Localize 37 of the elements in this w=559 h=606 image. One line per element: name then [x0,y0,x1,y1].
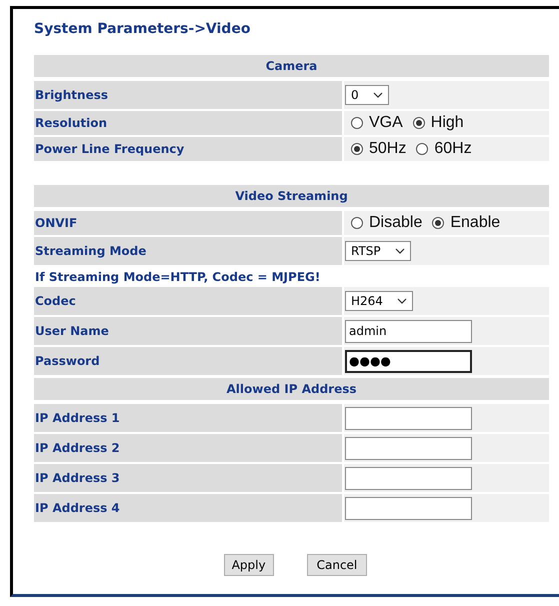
note-text: If Streaming Mode=HTTP, Codec = MJPEG! [34,269,322,286]
field-label: Codec [34,287,342,315]
chevron-icon [396,298,407,304]
field-label: IP Address 1 [34,404,342,432]
dropdown[interactable]: 0 [345,85,389,105]
radio-option[interactable]: 50Hz [351,140,406,158]
form-button[interactable]: Apply [224,554,274,576]
radio-option[interactable]: VGA [351,114,403,132]
section-header: Camera [34,55,549,77]
radio-option[interactable]: Enable [432,214,500,232]
input-field[interactable] [345,466,472,490]
input-field[interactable]: ●●●● [345,350,472,372]
page-title: System Parameters->Video [34,20,252,39]
dropdown[interactable]: RTSP [345,241,411,261]
input-field[interactable] [345,436,472,460]
field-label: Streaming Mode [34,237,342,265]
section-header: Video Streaming [34,185,549,207]
field-label: IP Address 4 [34,494,342,522]
input-field[interactable]: admin [345,320,472,342]
radio-option[interactable]: 60Hz [416,140,472,158]
field-label: Power Line Frequency [34,137,342,161]
chevron-icon [394,248,405,254]
radio-option[interactable]: High [412,114,464,132]
field-label: IP Address 2 [34,434,342,462]
section-header: Allowed IP Address [34,378,549,400]
form-button[interactable]: Cancel [306,554,368,576]
field-label: Brightness [34,81,342,109]
field-label: Password [34,347,342,375]
input-field[interactable] [345,406,472,430]
field-label: IP Address 3 [34,464,342,492]
field-label: Resolution [34,111,342,135]
dropdown[interactable]: H264 [345,291,413,311]
input-field[interactable] [345,496,472,520]
radio-option[interactable]: Disable [351,214,422,232]
field-label: User Name [34,317,342,345]
field-label: ONVIF [34,211,342,235]
chevron-icon [372,92,383,98]
